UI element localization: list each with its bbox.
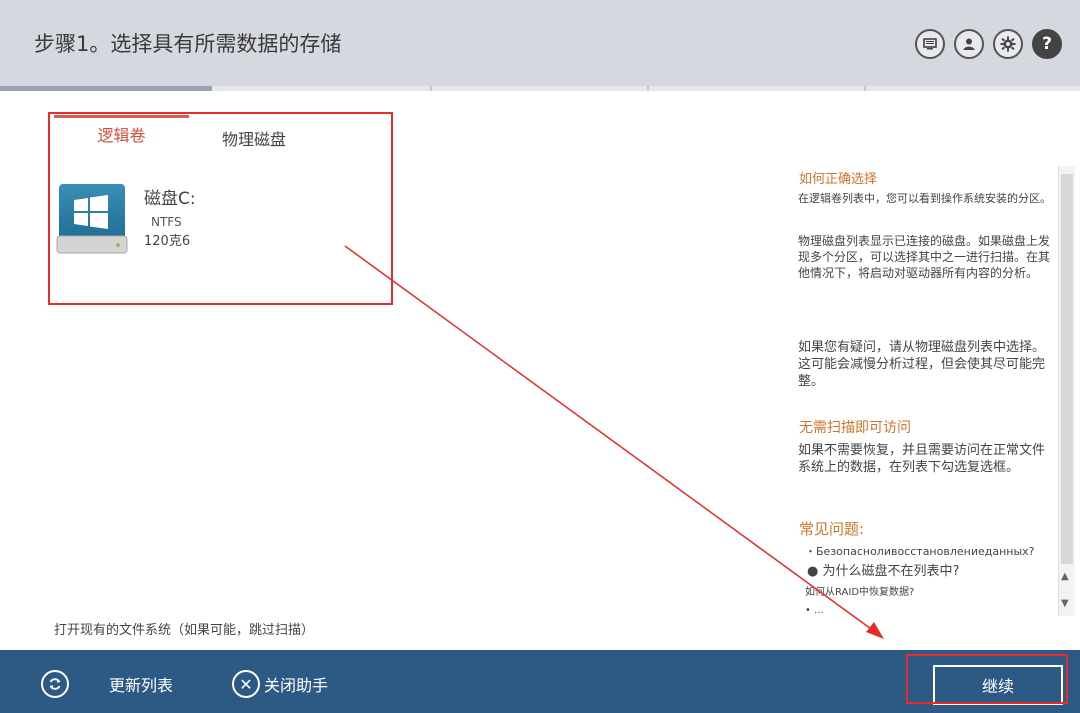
- sidebar-scrollbar[interactable]: ▲ ▼: [1058, 166, 1075, 616]
- refresh-list-label: 更新列表: [109, 676, 174, 695]
- sidebar-heading-access: 无需扫描即可访问: [799, 420, 911, 436]
- sidebar-paragraph: 如果不需要恢复，并且需要访问在正常文件系统上的数据，在列表下勾选复选框。: [798, 443, 1046, 475]
- refresh-icon: [41, 670, 69, 698]
- page-title: 步骤1。选择具有所需数据的存储: [34, 32, 342, 56]
- faq-link[interactable]: ・Безопасноливосстановлениеданных?: [805, 544, 1061, 560]
- faq-link[interactable]: 如何从RAID中恢复数据?: [805, 585, 1061, 601]
- sidebar-paragraph: 在逻辑卷列表中，您可以看到操作系统安装的分区。: [798, 192, 1051, 205]
- sidebar-heading-faq: 常见问题:: [799, 520, 865, 538]
- scroll-up-icon[interactable]: ▲: [1061, 571, 1069, 582]
- annotation-highlight-box: [906, 654, 1068, 704]
- progress-divider: [864, 86, 866, 91]
- progress-divider: [430, 86, 432, 91]
- step-progress-bar: [0, 86, 1080, 91]
- help-sidebar: 如何正确选择 在逻辑卷列表中，您可以看到操作系统安装的分区。 物理磁盘列表显示已…: [783, 166, 1055, 616]
- close-wizard-button[interactable]: ✕ 关闭助手: [232, 670, 328, 698]
- open-filesystem-option[interactable]: 打开现有的文件系统（如果可能，跳过扫描）: [54, 619, 314, 638]
- help-icon[interactable]: ?: [1032, 29, 1062, 59]
- scrollbar-thumb[interactable]: [1061, 174, 1073, 564]
- progress-fill: [0, 86, 212, 91]
- close-wizard-label: 关闭助手: [264, 676, 329, 695]
- sidebar-heading-choose: 如何正确选择: [799, 172, 878, 187]
- sidebar-paragraph: 如果您有疑问，请从物理磁盘列表中选择。这可能会减慢分析过程，但会使其尽可能完整。: [798, 340, 1046, 389]
- faq-link[interactable]: ● 为什么磁盘不在列表中?: [807, 564, 1063, 580]
- header-bar: 步骤1。选择具有所需数据的存储 ?: [0, 0, 1080, 86]
- faq-link[interactable]: • ...: [805, 603, 1061, 615]
- monitor-icon[interactable]: [915, 29, 945, 59]
- sidebar-paragraph: 物理磁盘列表显示已连接的磁盘。如果磁盘上发现多个分区，可以选择其中之一进行扫描。…: [798, 234, 1051, 280]
- annotation-highlight-box: [48, 112, 393, 305]
- close-icon: ✕: [232, 670, 260, 698]
- user-icon[interactable]: [954, 29, 984, 59]
- refresh-list-button[interactable]: 更新列表: [41, 670, 173, 698]
- scroll-down-icon[interactable]: ▼: [1061, 598, 1069, 609]
- progress-divider: [647, 86, 649, 91]
- header-icon-group: ?: [915, 29, 1062, 59]
- gear-icon[interactable]: [993, 29, 1023, 59]
